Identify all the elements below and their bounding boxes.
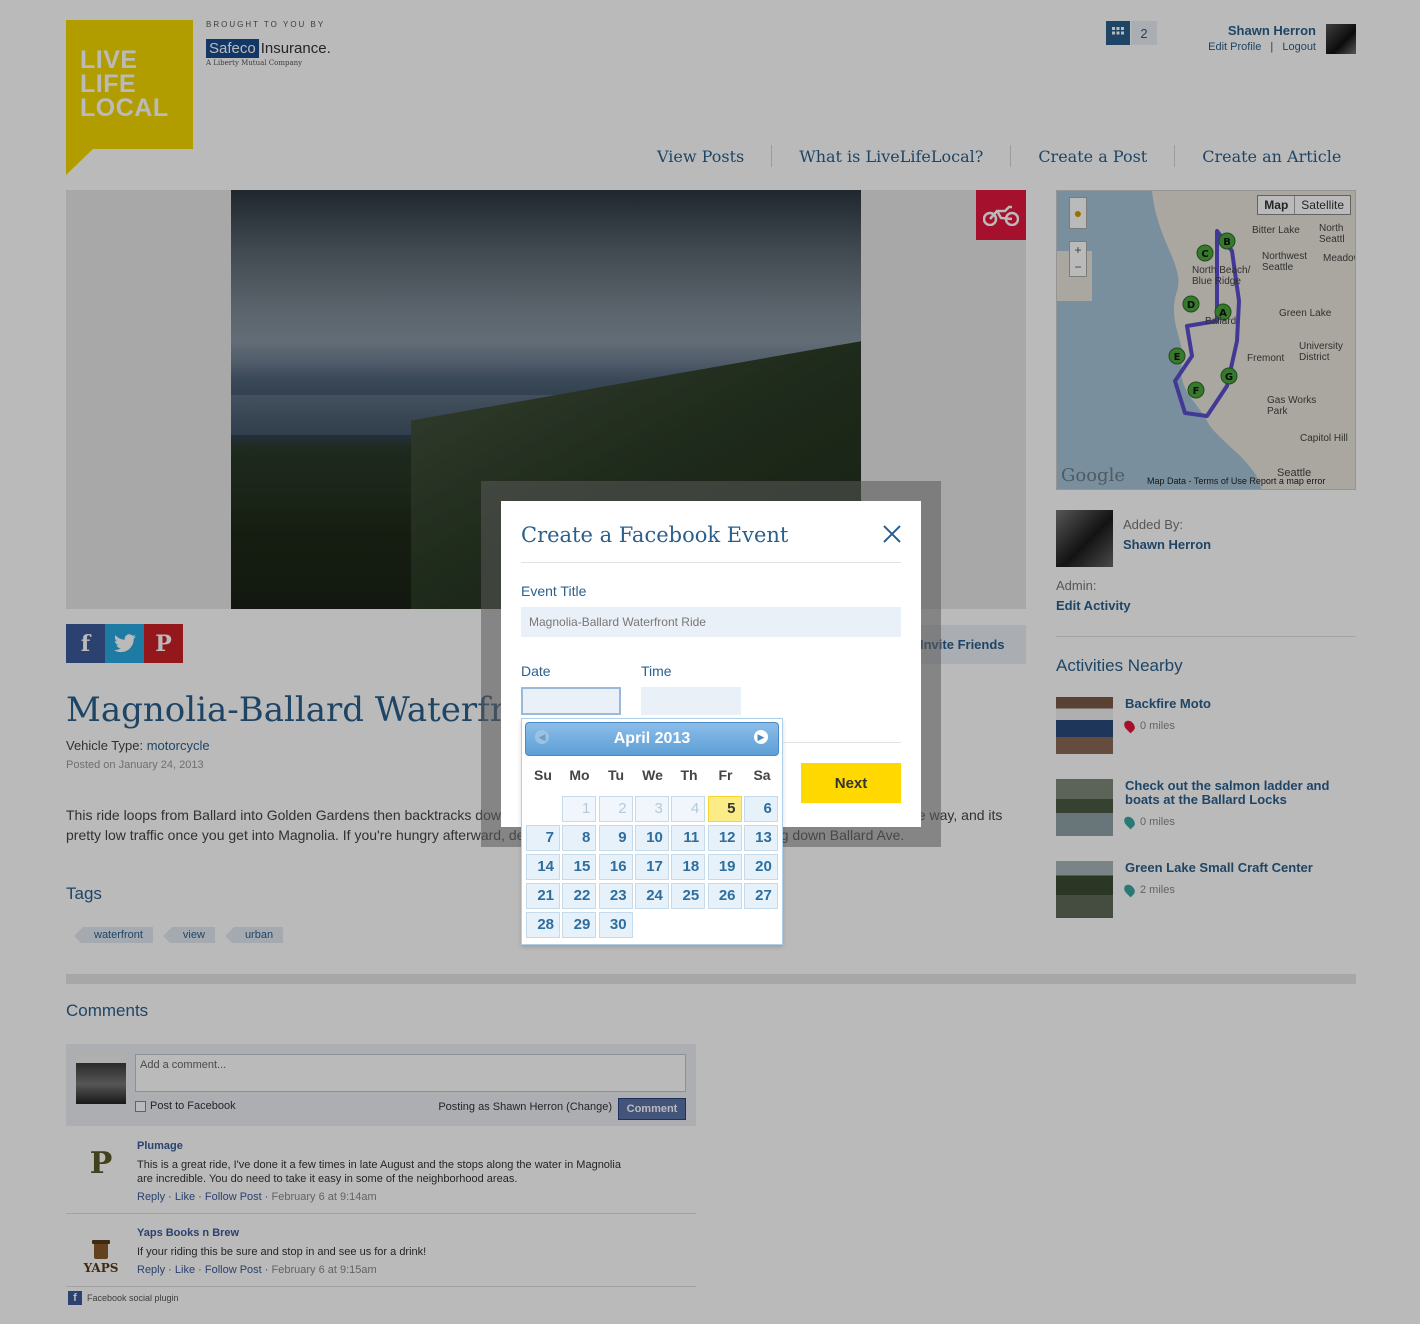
event-title-label: Event Title: [521, 583, 587, 599]
weekday-we: We: [642, 767, 663, 783]
weekday-fr: Fr: [718, 767, 733, 783]
datepicker-day[interactable]: 13: [743, 825, 778, 851]
datepicker-day[interactable]: 24: [634, 883, 669, 909]
datepicker-day[interactable]: 11: [671, 825, 706, 851]
close-icon-svg: [883, 525, 901, 543]
datepicker-day[interactable]: 29: [562, 912, 597, 938]
time-label: Time: [641, 663, 672, 679]
next-month-icon[interactable]: ▶: [754, 730, 768, 744]
datepicker-day[interactable]: 28: [526, 912, 560, 938]
datepicker-day[interactable]: 19: [707, 854, 742, 880]
datepicker-day[interactable]: 8: [562, 825, 597, 851]
datepicker-day[interactable]: 26: [707, 883, 742, 909]
weekday-mo: Mo: [569, 767, 590, 783]
datepicker-day[interactable]: 15: [562, 854, 597, 880]
weekday-sa: Sa: [753, 767, 771, 783]
prev-month-icon[interactable]: ◀: [535, 730, 549, 744]
modal-divider: [521, 562, 901, 563]
datepicker-day-other-month[interactable]: 1: [562, 796, 597, 822]
datepicker-day-other-month[interactable]: 2: [598, 796, 633, 822]
datepicker-day[interactable]: 10: [634, 825, 669, 851]
datepicker-day[interactable]: 30: [598, 912, 633, 938]
close-icon[interactable]: [881, 523, 903, 545]
next-button[interactable]: Next: [801, 763, 901, 803]
datepicker-day[interactable]: 9: [598, 825, 633, 851]
weekday-tu: Tu: [607, 767, 625, 783]
datepicker-day[interactable]: 27: [743, 883, 778, 909]
datepicker-day[interactable]: 12: [707, 825, 742, 851]
datepicker-day[interactable]: 7: [526, 825, 560, 851]
datepicker-day[interactable]: 14: [526, 854, 560, 880]
datepicker: April 2013 ◀ ▶ Su Mo Tu We Th Fr Sa 1 2 3 4 5 6 7 8 9 10…: [521, 718, 783, 945]
weekday-su: Su: [534, 767, 552, 783]
event-title-input[interactable]: Magnolia-Ballard Waterfront Ride: [521, 607, 901, 637]
datepicker-header: April 2013: [525, 722, 779, 756]
modal-title: Create a Facebook Event: [521, 523, 789, 547]
datepicker-day[interactable]: 23: [598, 883, 633, 909]
datepicker-day[interactable]: 20: [743, 854, 778, 880]
datepicker-day[interactable]: 22: [562, 883, 597, 909]
date-input[interactable]: [521, 687, 621, 715]
weekday-th: Th: [680, 767, 698, 783]
datepicker-day[interactable]: 17: [634, 854, 669, 880]
datepicker-day[interactable]: 16: [598, 854, 633, 880]
time-input[interactable]: [641, 687, 741, 715]
datepicker-day[interactable]: 6: [743, 796, 778, 822]
datepicker-day-other-month[interactable]: 4: [671, 796, 706, 822]
datepicker-month: April 2013: [613, 730, 691, 747]
datepicker-day-other-month[interactable]: 3: [634, 796, 669, 822]
datepicker-day-today[interactable]: 5: [707, 796, 742, 822]
datepicker-day[interactable]: 25: [671, 883, 706, 909]
datepicker-day[interactable]: 21: [526, 883, 560, 909]
datepicker-day[interactable]: 18: [671, 854, 706, 880]
date-label: Date: [521, 663, 551, 679]
